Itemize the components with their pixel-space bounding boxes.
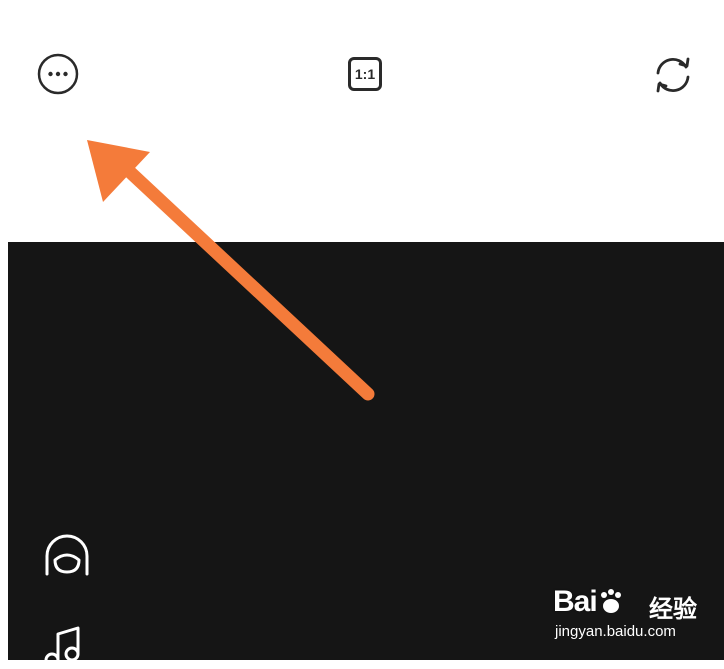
watermark-chinese: 经验 <box>649 596 697 623</box>
flip-camera-button[interactable] <box>650 52 696 98</box>
paw-icon <box>597 585 625 619</box>
watermark-brand: Bai <box>553 585 625 619</box>
music-button[interactable] <box>42 624 88 668</box>
watermark-url: jingyan.baidu.com <box>555 623 676 640</box>
top-toolbar: 1:1 <box>0 0 724 240</box>
music-icon <box>44 626 80 668</box>
filter-button[interactable] <box>44 532 90 578</box>
more-options-button[interactable] <box>36 52 80 96</box>
flip-camera-icon <box>656 57 690 93</box>
baidu-watermark: Bai 经验 jingyan.baidu.com <box>553 585 713 645</box>
more-icon <box>37 53 79 95</box>
aspect-ratio-label: 1:1 <box>348 57 382 91</box>
filter-face-icon <box>45 534 89 576</box>
aspect-ratio-button[interactable]: 1:1 <box>344 53 386 95</box>
